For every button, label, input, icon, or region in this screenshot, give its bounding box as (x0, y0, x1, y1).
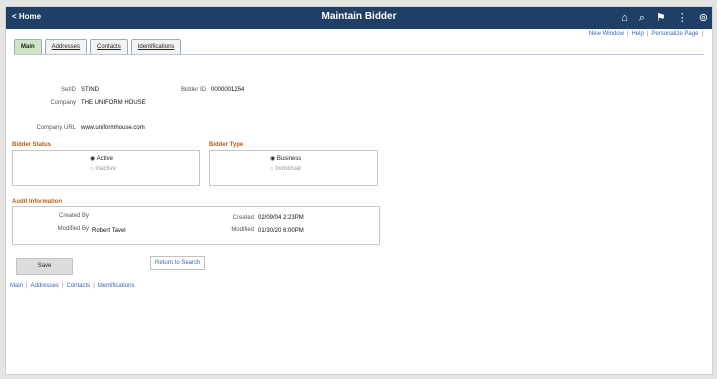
radio-business-label: Business (276, 156, 302, 162)
company-url-value: www.uniformhouse.com (81, 125, 145, 131)
top-bar: < Home Maintain Bidder ⌂ ⌕ ⚑ ⋮ ⊚ (6, 7, 712, 29)
radio-active-label: Active (96, 156, 113, 162)
separator: | (26, 283, 28, 289)
audit-information-title: Audit Information (12, 199, 62, 205)
separator: | (93, 283, 95, 289)
radio-inactive[interactable]: ○ Inactive (90, 166, 116, 172)
home-icon[interactable]: ⌂ (621, 11, 628, 25)
setid-label: SetID (60, 87, 76, 93)
radio-active[interactable]: ◉ Active (90, 155, 113, 162)
header-actions: ⌂ ⌕ ⚑ ⋮ ⊚ (621, 9, 708, 27)
tab-divider (14, 54, 704, 55)
menu-icon[interactable]: ⋮ (677, 11, 688, 25)
modified-label: Modified (231, 227, 254, 233)
tab-main[interactable]: Main (14, 39, 42, 54)
created-by-label: Created By (58, 213, 89, 219)
tab-identifications-label: Identifications (137, 44, 175, 50)
search-icon[interactable]: ⌕ (639, 11, 645, 25)
app-window: < Home Maintain Bidder ⌂ ⌕ ⚑ ⋮ ⊚ New Win… (5, 6, 713, 375)
radio-individual-label: Individual (275, 166, 301, 172)
company-value: THE UNIFORM HOUSE (81, 100, 146, 106)
bidder-type-title: Bidder Type (209, 142, 244, 148)
navbar-icon[interactable]: ⊚ (699, 11, 708, 25)
tab-identifications[interactable]: Identifications (130, 39, 182, 54)
flag-icon[interactable]: ⚑ (656, 11, 666, 25)
tab-addresses-label: Addresses (51, 44, 81, 50)
bottom-link-identifications[interactable]: Identifications (98, 283, 135, 289)
tab-contacts[interactable]: Contacts (90, 39, 128, 54)
company-label: Company (50, 100, 76, 106)
modified-value: 01/30/20 6:00PM (258, 228, 304, 234)
bottom-navigation: Main | Addresses | Contacts | Identifications (10, 283, 134, 289)
created-value: 02/09/04 2:23PM (258, 215, 304, 221)
created-label: Created (232, 215, 254, 221)
tab-bar: Main Addresses Contacts Identifications (14, 39, 182, 54)
bidder-id-value: 0000001254 (211, 87, 245, 93)
radio-inactive-label: Inactive (95, 166, 116, 172)
separator: | (626, 31, 629, 37)
bottom-link-main[interactable]: Main (10, 283, 23, 289)
page-title: Maintain Bidder (321, 11, 397, 22)
return-to-search-button[interactable]: Return to Search (150, 256, 206, 270)
bidder-id-label: Bidder ID (180, 87, 206, 93)
bidder-status-title: Bidder Status (12, 142, 52, 148)
tab-contacts-label: Contacts (97, 44, 121, 50)
radio-individual[interactable]: ○ Individual (270, 166, 301, 172)
bottom-link-addresses[interactable]: Addresses (31, 283, 59, 289)
personalize-page-link[interactable]: Personalize Page (651, 31, 698, 37)
separator: | (701, 31, 703, 37)
modified-by-value: Robert Tavel (92, 228, 126, 234)
company-url-label: Company URL (36, 125, 76, 131)
modified-by-label: Modified By (57, 226, 89, 232)
separator: | (61, 283, 64, 289)
tab-addresses[interactable]: Addresses (44, 39, 88, 54)
radio-business[interactable]: ◉ Business (270, 155, 301, 162)
setid-value: STIND (81, 87, 99, 93)
page-links: New Window | Help | Personalize Page | (589, 31, 706, 37)
bottom-link-contacts[interactable]: Contacts (67, 283, 91, 289)
save-button[interactable]: Save (16, 258, 73, 275)
home-link[interactable]: < Home (12, 12, 41, 21)
help-link[interactable]: Help (632, 31, 644, 37)
new-window-link[interactable]: New Window (589, 31, 624, 37)
separator: | (646, 31, 649, 37)
